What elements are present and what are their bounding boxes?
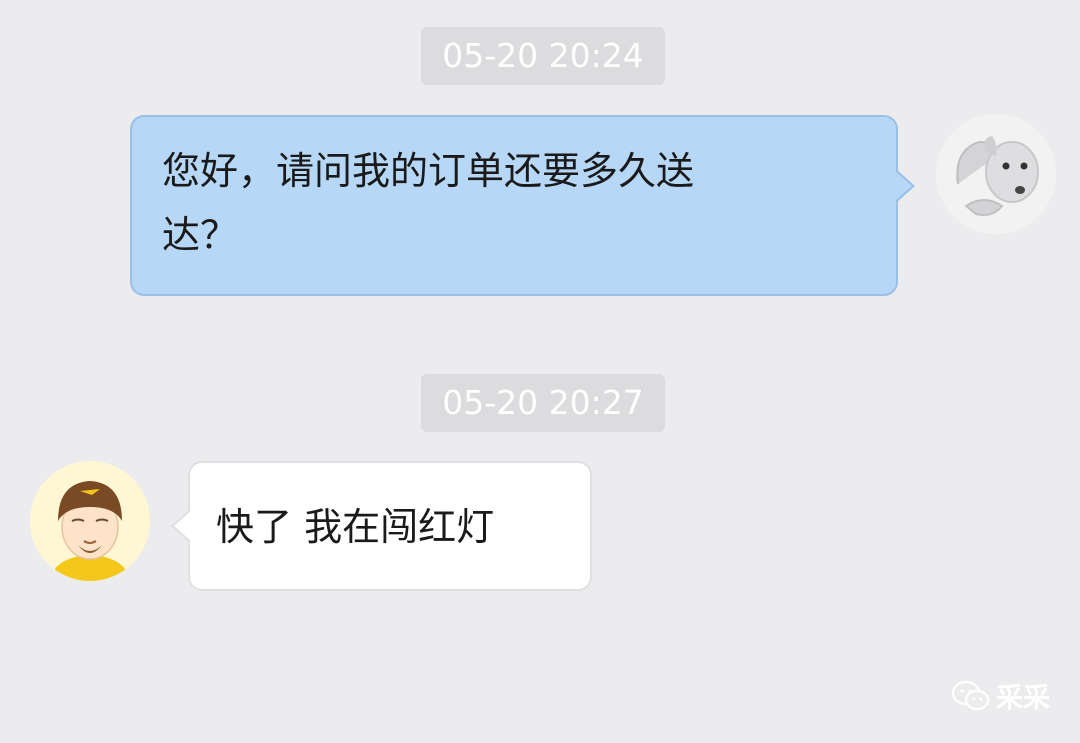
incoming-message-text: 快了 我在闯红灯 — [216, 505, 495, 549]
bubble-tail-fill — [174, 511, 191, 541]
timestamp-2: 05-20 20:27 — [421, 374, 665, 432]
watermark: 采采 — [952, 676, 1050, 715]
cartoon-dog-avatar-icon[interactable] — [936, 114, 1056, 234]
wechat-icon — [952, 680, 990, 710]
outgoing-message-line-1: 您好，请问我的订单还要多久送 — [162, 149, 695, 193]
outgoing-message-line-2: 达？ — [162, 213, 239, 257]
incoming-message-bubble[interactable]: 快了 我在闯红灯 — [171, 461, 592, 591]
delivery-rider-avatar-icon[interactable] — [30, 461, 150, 581]
bubble-tail-fill — [895, 171, 912, 201]
watermark-text: 采采 — [996, 683, 1050, 714]
dog-illustration — [936, 114, 1056, 234]
outgoing-message-bubble[interactable]: 您好，请问我的订单还要多久送 达？ — [130, 115, 915, 296]
rider-illustration — [30, 461, 150, 581]
timestamp-1: 05-20 20:24 — [421, 27, 665, 85]
